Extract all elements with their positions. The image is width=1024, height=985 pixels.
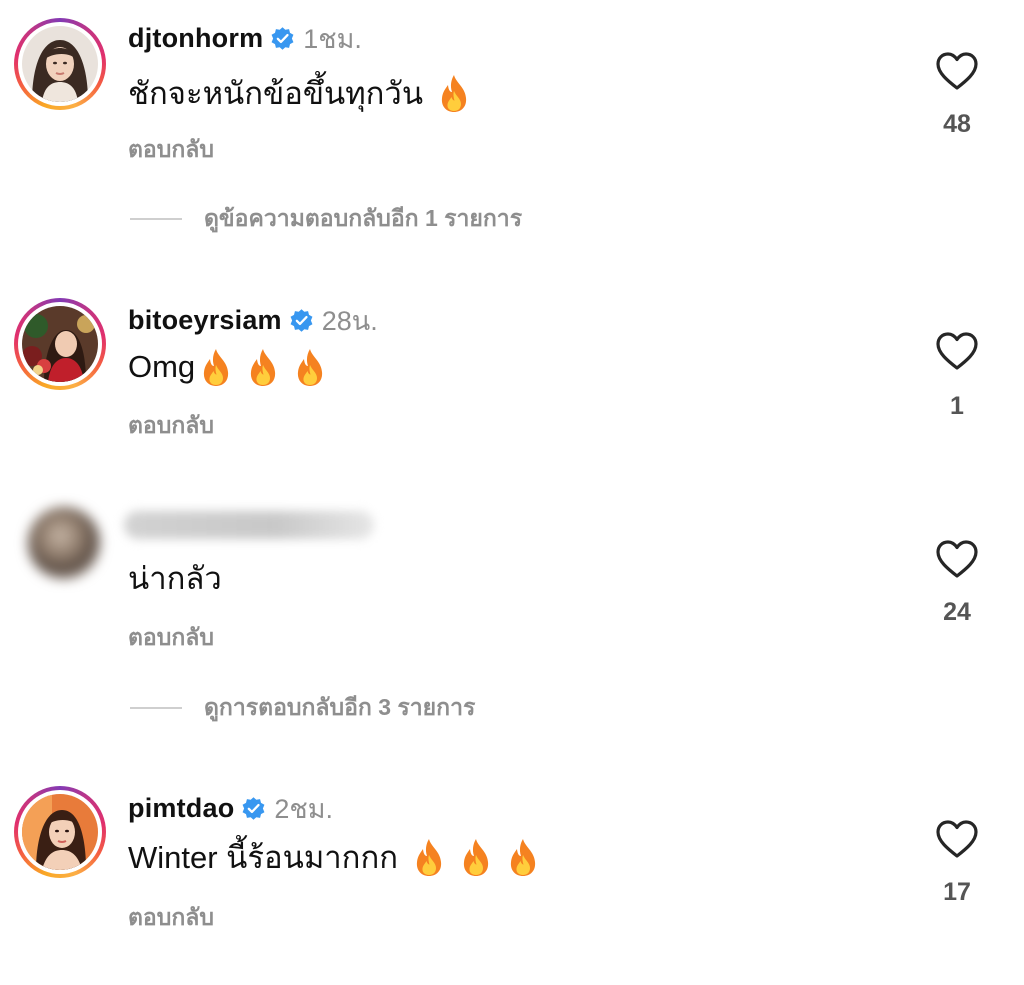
replies-divider-line	[130, 707, 182, 709]
like-button[interactable]	[934, 50, 980, 92]
reply-button[interactable]: ตอบกลับ	[128, 132, 214, 168]
username[interactable]: djtonhorm	[128, 23, 263, 54]
like-button[interactable]	[934, 818, 980, 860]
comment-item: น่ากลัว ตอบกลับ 24 ดูการตอบกลับอีก 3 ราย…	[0, 495, 1024, 750]
fire-icon	[204, 349, 229, 386]
comment-time: 2ชม.	[274, 793, 334, 824]
avatar-photo	[22, 306, 98, 382]
comment-text-row: น่ากลัว	[128, 555, 222, 601]
heart-icon	[936, 820, 978, 858]
comment-text: Winter นี้ร้อนมากกก	[128, 840, 398, 875]
fire-icon	[441, 75, 467, 112]
like-button[interactable]	[934, 538, 980, 580]
fire-icon	[463, 839, 489, 876]
verified-badge-icon	[290, 308, 313, 332]
comment-header: djtonhorm 1ชม.	[128, 18, 362, 58]
view-replies-button[interactable]: ดูการตอบกลับอีก 3 รายการ	[130, 692, 475, 724]
avatar[interactable]	[14, 18, 106, 110]
comment-time: 1ชม.	[303, 23, 362, 54]
heart-icon	[936, 540, 978, 578]
comment-text: Omg	[128, 349, 196, 384]
comment-item: pimtdao 2ชม. Winter นี้ร้อนมากกก ตอบกลับ	[0, 780, 1024, 950]
comment-text-row: ชักจะหนักข้อขึ้นทุกวัน	[128, 70, 473, 116]
view-replies-button[interactable]: ดูข้อความตอบกลับอีก 1 รายการ	[130, 203, 522, 235]
comment-header: bitoeyrsiam 28น.	[128, 300, 378, 340]
reply-button[interactable]: ตอบกลับ	[128, 900, 214, 936]
like-button[interactable]	[934, 330, 980, 372]
comment-item: bitoeyrsiam 28น. Omg ตอบกลับ 1	[0, 290, 1024, 460]
comment-header: pimtdao 2ชม.	[128, 788, 333, 828]
fire-icon	[251, 349, 276, 386]
comment-time: 28น.	[321, 305, 378, 336]
comment-text-row: Omg	[128, 344, 329, 390]
replies-divider-line	[130, 218, 182, 220]
username[interactable]: pimtdao	[128, 793, 234, 824]
comment-item: djtonhorm 1ชม. ชักจะหนักข้อขึ้นทุกวัน ตอ…	[0, 0, 1024, 260]
comments-list: djtonhorm 1ชม. ชักจะหนักข้อขึ้นทุกวัน ตอ…	[0, 0, 1024, 985]
avatar[interactable]	[14, 298, 106, 390]
verified-badge-icon	[271, 26, 294, 50]
comment-text-row: Winter นี้ร้อนมากกก	[128, 834, 542, 880]
verified-badge-icon	[242, 796, 265, 820]
like-count: 48	[943, 110, 971, 138]
avatar-photo	[22, 794, 98, 870]
avatar-photo	[22, 26, 98, 102]
fire-icon	[510, 839, 536, 876]
view-replies-label: ดูการตอบกลับอีก 3 รายการ	[204, 694, 476, 720]
comment-text: น่ากลัว	[128, 561, 222, 596]
username-blurred	[124, 511, 374, 539]
heart-icon	[936, 332, 978, 370]
avatar-blurred[interactable]	[28, 507, 100, 579]
reply-button[interactable]: ตอบกลับ	[128, 408, 214, 444]
fire-icon	[298, 349, 323, 386]
view-replies-label: ดูข้อความตอบกลับอีก 1 รายการ	[204, 205, 523, 231]
fire-icon	[416, 839, 442, 876]
avatar[interactable]	[14, 786, 106, 878]
like-count: 1	[950, 392, 964, 420]
reply-button[interactable]: ตอบกลับ	[128, 620, 214, 656]
like-count: 17	[943, 878, 971, 906]
username[interactable]: bitoeyrsiam	[128, 305, 282, 336]
like-count: 24	[943, 598, 971, 626]
heart-icon	[936, 52, 978, 90]
comment-text: ชักจะหนักข้อขึ้นทุกวัน	[128, 76, 424, 111]
